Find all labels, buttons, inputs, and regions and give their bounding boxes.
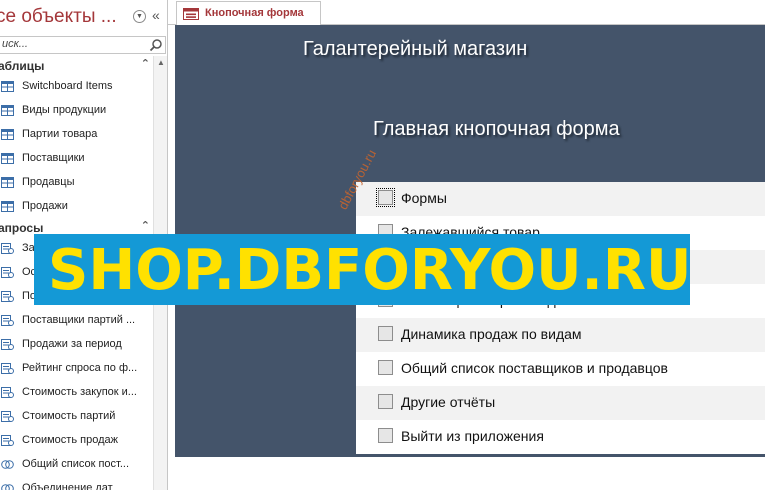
menu-label[interactable]: Формы: [401, 190, 447, 206]
union-query-icon: [1, 460, 14, 469]
tab-label: Кнопочная форма: [205, 7, 304, 19]
table-icon: [1, 81, 14, 92]
nav-item-table[interactable]: Поставщики: [0, 147, 152, 171]
access-window: се объекты ... ▼ « иск... аблицы ⌃ Switc…: [0, 0, 765, 490]
collapse-group-icon[interactable]: ⌃: [141, 219, 150, 232]
table-icon: [1, 201, 14, 212]
menu-button-forms[interactable]: [376, 188, 395, 207]
menu-label[interactable]: Выйти из приложения: [401, 428, 544, 444]
collapse-pane-icon[interactable]: «: [152, 7, 160, 23]
search-input[interactable]: иск...: [0, 36, 166, 54]
watermark-banner: SHOP.DBFORYOU.RU: [34, 234, 692, 305]
query-icon: [1, 315, 14, 326]
nav-item-table[interactable]: Продажи: [0, 195, 152, 219]
menu-label[interactable]: Динамика продаж по видам: [401, 326, 582, 342]
group-header-tables[interactable]: аблицы ⌃: [0, 57, 152, 75]
nav-item-query[interactable]: Стоимость продаж: [0, 429, 152, 453]
union-query-icon: [1, 484, 14, 490]
menu-row: Выйти из приложения: [356, 420, 765, 454]
watermark-banner-text: SHOP.DBFORYOU.RU: [48, 238, 692, 303]
form-empty-area: [168, 457, 765, 490]
chevron-down-icon[interactable]: ▼: [133, 10, 146, 23]
nav-item-table[interactable]: Партии товара: [0, 123, 152, 147]
query-icon: [1, 339, 14, 350]
nav-item-query[interactable]: Общий список пост...: [0, 453, 152, 477]
search-placeholder: иск...: [2, 38, 28, 50]
nav-item-table[interactable]: Виды продукции: [0, 99, 152, 123]
menu-label[interactable]: Другие отчёты: [401, 394, 495, 410]
menu-button-other-reports[interactable]: [378, 394, 393, 409]
nav-item-table[interactable]: Switchboard Items: [0, 75, 152, 99]
nav-item-query[interactable]: Объединение дат: [0, 477, 152, 490]
tab-switchboard-form[interactable]: Кнопочная форма: [176, 1, 321, 26]
menu-row: Формы: [356, 182, 765, 216]
form-icon: [183, 8, 199, 20]
query-icon: [1, 243, 14, 254]
nav-item-query[interactable]: Продажи за период: [0, 333, 152, 357]
query-icon: [1, 387, 14, 398]
nav-item-query[interactable]: Рейтинг спроса по ф...: [0, 357, 152, 381]
query-icon: [1, 411, 14, 422]
menu-row: Общий список поставщиков и продавцов: [356, 352, 765, 386]
scroll-up-icon[interactable]: ▲: [157, 58, 165, 67]
table-icon: [1, 105, 14, 116]
tables-list: Switchboard Items Виды продукции Партии …: [0, 75, 152, 219]
menu-row: Динамика продаж по видам: [356, 318, 765, 352]
query-icon: [1, 435, 14, 446]
document-tab-strip: Кнопочная форма: [168, 0, 765, 26]
nav-item-query[interactable]: Стоимость закупок и...: [0, 381, 152, 405]
nav-pane-title[interactable]: се объекты ...: [0, 6, 117, 28]
collapse-group-icon[interactable]: ⌃: [141, 57, 150, 70]
menu-button-general-list[interactable]: [378, 360, 393, 375]
menu-row: Другие отчёты: [356, 386, 765, 420]
search-icon[interactable]: [149, 38, 163, 52]
form-subtitle: Главная кнопочная форма: [373, 118, 620, 140]
menu-button-exit[interactable]: [378, 428, 393, 443]
table-icon: [1, 153, 14, 164]
menu-button-sales-dynamics[interactable]: [378, 326, 393, 341]
nav-item-table[interactable]: Продавцы: [0, 171, 152, 195]
nav-item-query[interactable]: Поставщики партий ...: [0, 309, 152, 333]
nav-item-query[interactable]: Стоимость партий: [0, 405, 152, 429]
menu-label[interactable]: Общий список поставщиков и продавцов: [401, 360, 668, 376]
query-icon: [1, 291, 14, 302]
table-icon: [1, 177, 14, 188]
switchboard-menu: Формы Залежавшийся товар Поставщики парт…: [356, 182, 765, 457]
form-title: Галантерейный магазин: [303, 38, 528, 60]
table-icon: [1, 129, 14, 140]
query-icon: [1, 363, 14, 374]
query-icon: [1, 267, 14, 278]
